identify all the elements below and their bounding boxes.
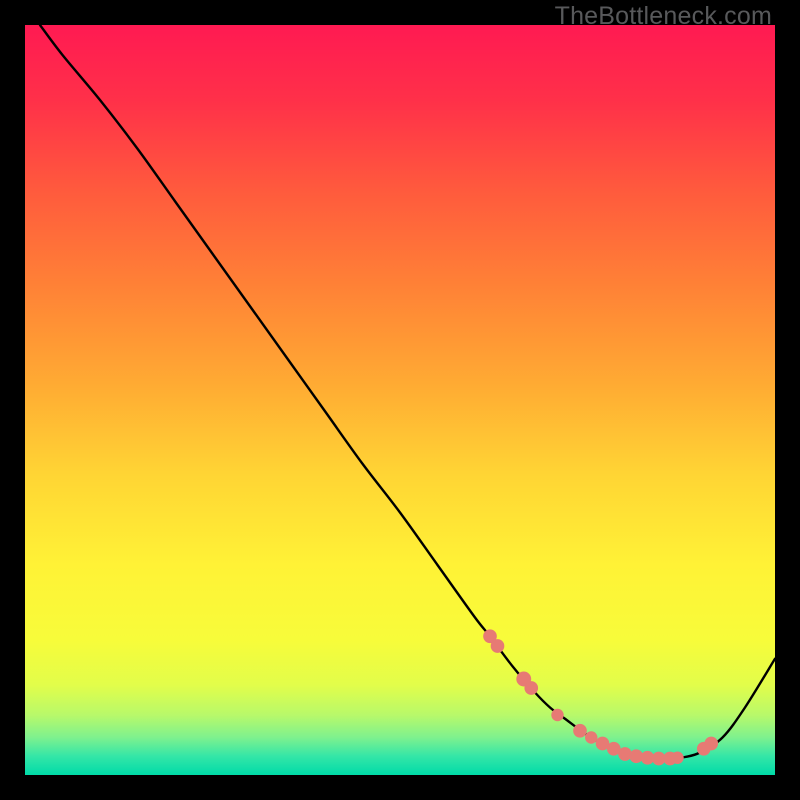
- data-marker: [704, 737, 718, 751]
- data-marker: [491, 639, 505, 653]
- data-marker: [618, 747, 632, 761]
- gradient-background: [25, 25, 775, 775]
- watermark-text: TheBottleneck.com: [555, 2, 772, 31]
- bottleneck-chart: [25, 25, 775, 775]
- data-marker: [671, 752, 683, 764]
- chart-frame: [25, 25, 775, 775]
- data-marker: [573, 724, 587, 738]
- data-marker: [551, 709, 563, 721]
- data-marker: [524, 681, 538, 695]
- data-marker: [585, 731, 597, 743]
